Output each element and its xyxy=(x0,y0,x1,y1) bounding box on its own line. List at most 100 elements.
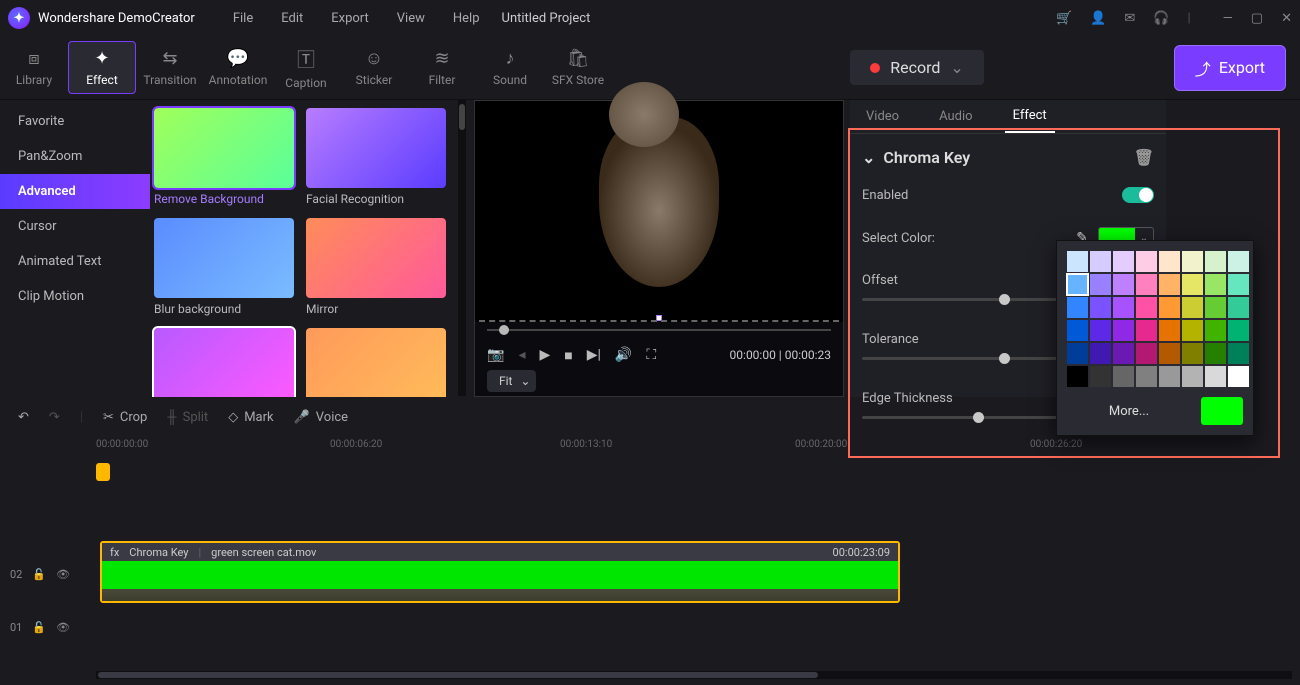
effects-scrollbar[interactable] xyxy=(458,100,466,396)
palette-color[interactable] xyxy=(1228,343,1249,364)
palette-color[interactable] xyxy=(1205,320,1226,341)
export-button[interactable]: ⤴ Export xyxy=(1174,45,1286,91)
sidebar-item-cursor[interactable]: Cursor xyxy=(0,209,150,244)
user-icon[interactable]: 👤 xyxy=(1090,11,1106,26)
menu-file[interactable]: File xyxy=(219,11,267,26)
tab-effect[interactable]: Effect xyxy=(1005,100,1055,133)
tool-annotation[interactable]: 💬Annotation xyxy=(204,48,272,87)
volume-icon[interactable]: 🔊 xyxy=(615,347,632,363)
stop-icon[interactable]: ■ xyxy=(564,347,572,364)
play-icon[interactable]: ▶ xyxy=(539,347,550,363)
enabled-toggle[interactable] xyxy=(1122,187,1154,203)
record-button[interactable]: Record ⌄ xyxy=(850,50,984,85)
palette-color[interactable] xyxy=(1228,320,1249,341)
tool-library[interactable]: ⧈Library xyxy=(0,48,68,87)
palette-color[interactable] xyxy=(1182,274,1203,295)
playhead[interactable] xyxy=(96,463,110,481)
sidebar-item-panzoom[interactable]: Pan&Zoom xyxy=(0,139,150,174)
close-icon[interactable]: ✕ xyxy=(1281,11,1292,26)
palette-color[interactable] xyxy=(1205,251,1226,272)
video-clip[interactable]: fx Chroma Key | green screen cat.mov 00:… xyxy=(100,541,900,603)
timeline-ruler[interactable]: 00:00:00:0000:00:06:2000:00:13:1000:00:2… xyxy=(0,437,1300,463)
tool-sound[interactable]: ♪Sound xyxy=(476,48,544,87)
sidebar-item-advanced[interactable]: Advanced xyxy=(0,174,150,209)
tab-audio[interactable]: Audio xyxy=(931,101,980,132)
snapshot-icon[interactable]: 📷 xyxy=(487,347,504,363)
palette-color[interactable] xyxy=(1090,251,1111,272)
palette-color[interactable] xyxy=(1090,274,1111,295)
palette-color[interactable] xyxy=(1182,320,1203,341)
palette-color[interactable] xyxy=(1228,297,1249,318)
palette-color[interactable] xyxy=(1067,274,1088,295)
voice-button[interactable]: 🎤Voice xyxy=(294,410,348,425)
palette-color[interactable] xyxy=(1228,274,1249,295)
menu-view[interactable]: View xyxy=(383,11,439,26)
mail-icon[interactable]: ✉ xyxy=(1124,11,1135,26)
tool-sfxstore[interactable]: 🛍SFX Store xyxy=(544,48,612,87)
effect-facial-recognition[interactable]: Facial Recognition xyxy=(306,108,446,206)
preview-scrubber[interactable] xyxy=(487,322,831,338)
palette-color[interactable] xyxy=(1113,251,1134,272)
palette-color[interactable] xyxy=(1159,343,1180,364)
palette-color[interactable] xyxy=(1182,366,1203,387)
palette-color[interactable] xyxy=(1136,251,1157,272)
sidebar-item-favorite[interactable]: Favorite xyxy=(0,104,150,139)
lock-icon[interactable]: 🔓 xyxy=(32,568,46,581)
current-color-swatch[interactable] xyxy=(1201,397,1243,425)
delete-effect-icon[interactable]: 🗑 xyxy=(1134,148,1154,167)
palette-color[interactable] xyxy=(1090,366,1111,387)
effect-blur-background[interactable]: Blur background xyxy=(154,218,294,316)
menu-export[interactable]: Export xyxy=(317,11,383,26)
prev-frame-icon[interactable]: ◂ xyxy=(518,347,525,363)
palette-color[interactable] xyxy=(1205,366,1226,387)
palette-color[interactable] xyxy=(1113,274,1134,295)
palette-color[interactable] xyxy=(1159,297,1180,318)
maximize-icon[interactable]: ▢ xyxy=(1251,11,1263,26)
palette-color[interactable] xyxy=(1205,274,1226,295)
tool-filter[interactable]: ≋Filter xyxy=(408,48,476,87)
timeline-h-scrollbar[interactable] xyxy=(96,671,1292,679)
eye-icon[interactable]: 👁 xyxy=(56,568,70,581)
sidebar-item-clip-motion[interactable]: Clip Motion xyxy=(0,279,150,314)
sidebar-item-animated-text[interactable]: Animated Text xyxy=(0,244,150,279)
palette-color[interactable] xyxy=(1067,251,1088,272)
palette-color[interactable] xyxy=(1067,320,1088,341)
effect-card-5[interactable] xyxy=(154,328,294,397)
palette-color[interactable] xyxy=(1136,366,1157,387)
palette-color[interactable] xyxy=(1159,320,1180,341)
palette-color[interactable] xyxy=(1113,343,1134,364)
fullscreen-icon[interactable]: ⛶ xyxy=(646,347,656,363)
redo-icon[interactable]: ↷ xyxy=(49,410,60,425)
next-frame-icon[interactable]: ▶| xyxy=(587,347,601,363)
tool-caption[interactable]: 🅃Caption xyxy=(272,46,340,90)
crop-button[interactable]: ✂Crop xyxy=(103,410,147,425)
mark-button[interactable]: ◇Mark xyxy=(228,410,273,425)
effect-remove-background[interactable]: Remove Background xyxy=(154,108,294,206)
palette-color[interactable] xyxy=(1136,297,1157,318)
palette-color[interactable] xyxy=(1159,366,1180,387)
palette-color[interactable] xyxy=(1113,320,1134,341)
palette-color[interactable] xyxy=(1090,297,1111,318)
palette-color[interactable] xyxy=(1136,320,1157,341)
palette-color[interactable] xyxy=(1228,366,1249,387)
menu-edit[interactable]: Edit xyxy=(267,11,317,26)
palette-color[interactable] xyxy=(1067,366,1088,387)
eye-icon[interactable]: 👁 xyxy=(56,621,70,634)
palette-color[interactable] xyxy=(1228,251,1249,272)
palette-color[interactable] xyxy=(1182,297,1203,318)
palette-color[interactable] xyxy=(1159,251,1180,272)
palette-color[interactable] xyxy=(1067,297,1088,318)
split-button[interactable]: ╫Split xyxy=(167,409,208,425)
tool-transition[interactable]: ⇆Transition xyxy=(136,48,204,87)
palette-color[interactable] xyxy=(1090,343,1111,364)
chroma-section-header[interactable]: ⌄ Chroma Key 🗑 xyxy=(862,140,1154,175)
tool-sticker[interactable]: ☺Sticker xyxy=(340,48,408,87)
palette-color[interactable] xyxy=(1159,274,1180,295)
palette-color[interactable] xyxy=(1205,343,1226,364)
effect-mirror[interactable]: Mirror xyxy=(306,218,446,316)
palette-color[interactable] xyxy=(1090,320,1111,341)
palette-color[interactable] xyxy=(1113,297,1134,318)
undo-icon[interactable]: ↶ xyxy=(18,410,29,425)
fit-select[interactable]: Fit ⌄ xyxy=(487,370,536,392)
minimize-icon[interactable]: — xyxy=(1223,11,1233,26)
